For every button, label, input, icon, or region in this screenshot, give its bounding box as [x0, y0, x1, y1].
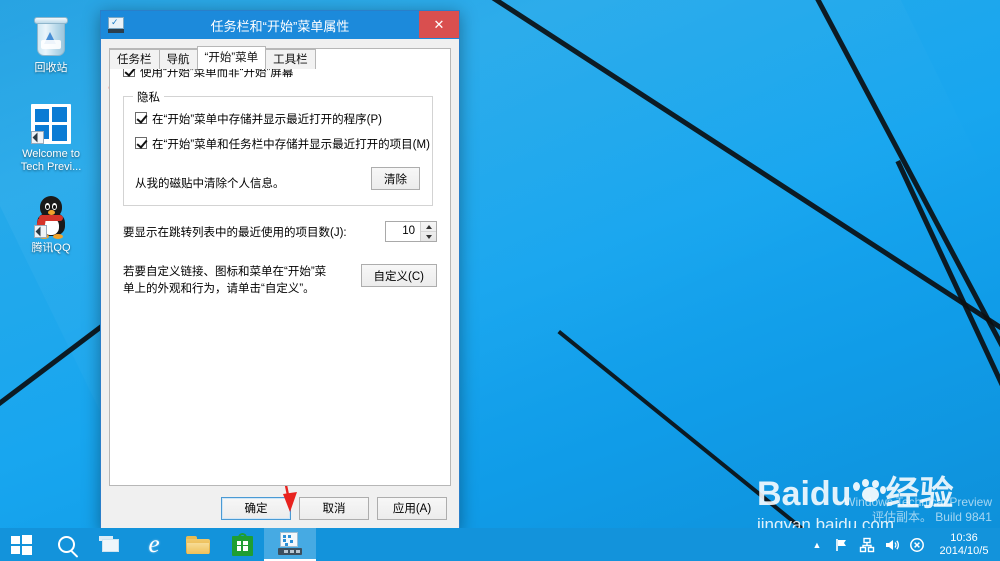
- store-recent-programs-row[interactable]: 在“开始”菜单中存储并显示最近打开的程序(P): [135, 111, 382, 127]
- jump-list-count-stepper[interactable]: 10: [385, 221, 437, 242]
- store-recent-programs-checkbox[interactable]: [135, 112, 147, 124]
- watermark-brand-cn: 经验: [885, 475, 954, 513]
- shortcut-overlay-icon: [34, 225, 47, 238]
- customize-row[interactable]: 若要自定义链接、图标和菜单在“开始”菜单上的外观和行为，请单击“自定义”。 自定…: [123, 264, 437, 298]
- baidu-jingyan-watermark: Baidu 经验 jingyan.baidu.com: [757, 477, 953, 535]
- customize-description: 若要自定义链接、图标和菜单在“开始”菜单上的外观和行为，请单击“自定义”。: [123, 266, 327, 295]
- search-icon: [57, 536, 75, 553]
- task-view-button[interactable]: [88, 528, 132, 561]
- store-recent-programs-label: 在“开始”菜单中存储并显示最近打开的程序(P): [152, 114, 382, 126]
- flag-icon[interactable]: [834, 537, 850, 553]
- store-icon: [231, 533, 253, 556]
- store-recent-items-checkbox[interactable]: [135, 137, 147, 149]
- internet-explorer-button[interactable]: e: [132, 528, 176, 561]
- clock[interactable]: 10:36 2014/10/5: [934, 532, 994, 558]
- desktop-icon-label: Welcome to Tech Previ...: [20, 148, 82, 173]
- cancel-button[interactable]: 取消: [299, 496, 369, 520]
- windows-logo-icon: [31, 104, 71, 144]
- watermark-brand-latin: Baidu: [757, 475, 852, 513]
- taskbar-properties-window-button[interactable]: [264, 528, 316, 561]
- windows-start-icon: [11, 534, 33, 555]
- watermark-brand-row: Baidu 经验: [757, 477, 953, 511]
- tab-navigation[interactable]: 导航: [158, 49, 198, 69]
- privacy-note-text: 从我的磁贴中清除个人信息。: [135, 178, 285, 190]
- taskbar-start-menu-properties-dialog[interactable]: ✓ 任务栏和“开始”菜单属性 ✕ 任务栏 导航 “开始”菜单 工具栏 使用“开始…: [100, 10, 460, 531]
- file-explorer-button[interactable]: [176, 528, 220, 561]
- store-recent-items-label: 在“开始”菜单和任务栏中存储并显示最近打开的项目(M): [152, 139, 430, 151]
- desktop-icon-label: 腾讯QQ: [31, 242, 71, 254]
- search-button[interactable]: [44, 528, 88, 561]
- desktop-icon-tencent-qq[interactable]: 腾讯QQ: [8, 196, 94, 255]
- taskbar[interactable]: e ▲ 10:36 2014/10/5: [0, 528, 1000, 561]
- qq-penguin-icon: [34, 196, 68, 239]
- desktop-icon-recycle-bin[interactable]: 回收站: [8, 16, 94, 75]
- tab-start-menu[interactable]: “开始”菜单: [196, 46, 267, 69]
- privacy-group-box: 隐私 在“开始”菜单中存储并显示最近打开的程序(P) 在“开始”菜单和任务栏中存…: [123, 89, 433, 206]
- jump-list-count-value[interactable]: 10: [386, 222, 420, 241]
- eval-watermark-line1: Windows Technical Preview: [844, 495, 992, 509]
- stepper-down-icon[interactable]: [421, 232, 436, 241]
- privacy-group-legend: 隐私: [133, 89, 164, 105]
- dialog-titlebar[interactable]: ✓ 任务栏和“开始”菜单属性 ✕: [101, 11, 459, 39]
- desktop-icon-welcome-tech-preview[interactable]: Welcome to Tech Previ...: [8, 104, 94, 174]
- taskbar-properties-icon: ✓: [107, 16, 125, 34]
- file-explorer-icon: [186, 535, 210, 554]
- tab-taskbar[interactable]: 任务栏: [109, 49, 160, 69]
- stepper-arrows[interactable]: [420, 222, 436, 241]
- shortcut-overlay-icon: [31, 131, 44, 144]
- jump-list-count-label: 要显示在跳转列表中的最近使用的项目数(J):: [123, 226, 347, 239]
- close-icon[interactable]: ✕: [419, 11, 459, 38]
- start-menu-tab-panel: 使用“开始”菜单而非“开始”屏幕 隐私 在“开始”菜单中存储并显示最近打开的程序…: [109, 48, 451, 486]
- store-recent-items-row[interactable]: 在“开始”菜单和任务栏中存储并显示最近打开的项目(M): [135, 136, 430, 152]
- task-view-icon: [99, 536, 121, 553]
- start-button[interactable]: [0, 528, 44, 561]
- action-center-icon[interactable]: [909, 537, 925, 553]
- tab-toolbars[interactable]: 工具栏: [265, 49, 316, 69]
- system-tray[interactable]: ▲ 10:36 2014/10/5: [809, 532, 1000, 558]
- clock-date: 2014/10/5: [939, 544, 989, 557]
- recycle-bin-icon: [33, 16, 69, 58]
- internet-explorer-icon: e: [148, 531, 160, 558]
- desktop-icon-label: 回收站: [34, 62, 68, 74]
- clear-button[interactable]: 清除: [371, 167, 420, 190]
- windows-evaluation-watermark: Windows Technical Preview 评估副本。 Build 98…: [844, 495, 992, 525]
- dialog-tabstrip[interactable]: 任务栏 导航 “开始”菜单 工具栏: [109, 46, 459, 69]
- show-hidden-icons-button[interactable]: ▲: [809, 537, 825, 553]
- taskbar-properties-window-icon: [278, 531, 302, 556]
- customize-button[interactable]: 自定义(C): [360, 264, 437, 287]
- eval-watermark-line2: 评估副本。 Build 9841: [871, 510, 992, 524]
- dialog-title: 任务栏和“开始”菜单属性: [210, 18, 350, 34]
- desktop[interactable]: 回收站 Welcome to Tech Previ... 腾讯QQ Window…: [0, 0, 1000, 561]
- dialog-footer: 确定 取消 应用(A): [101, 486, 459, 530]
- jump-list-count-row[interactable]: 要显示在跳转列表中的最近使用的项目数(J): 10: [123, 221, 437, 242]
- apply-button[interactable]: 应用(A): [377, 496, 447, 520]
- baidu-paw-icon: [851, 479, 887, 509]
- ok-button[interactable]: 确定: [221, 496, 291, 520]
- stepper-up-icon[interactable]: [421, 222, 436, 232]
- store-button[interactable]: [220, 528, 264, 561]
- volume-icon[interactable]: [884, 537, 900, 553]
- network-icon[interactable]: [859, 537, 875, 553]
- clock-time: 10:36: [950, 531, 978, 544]
